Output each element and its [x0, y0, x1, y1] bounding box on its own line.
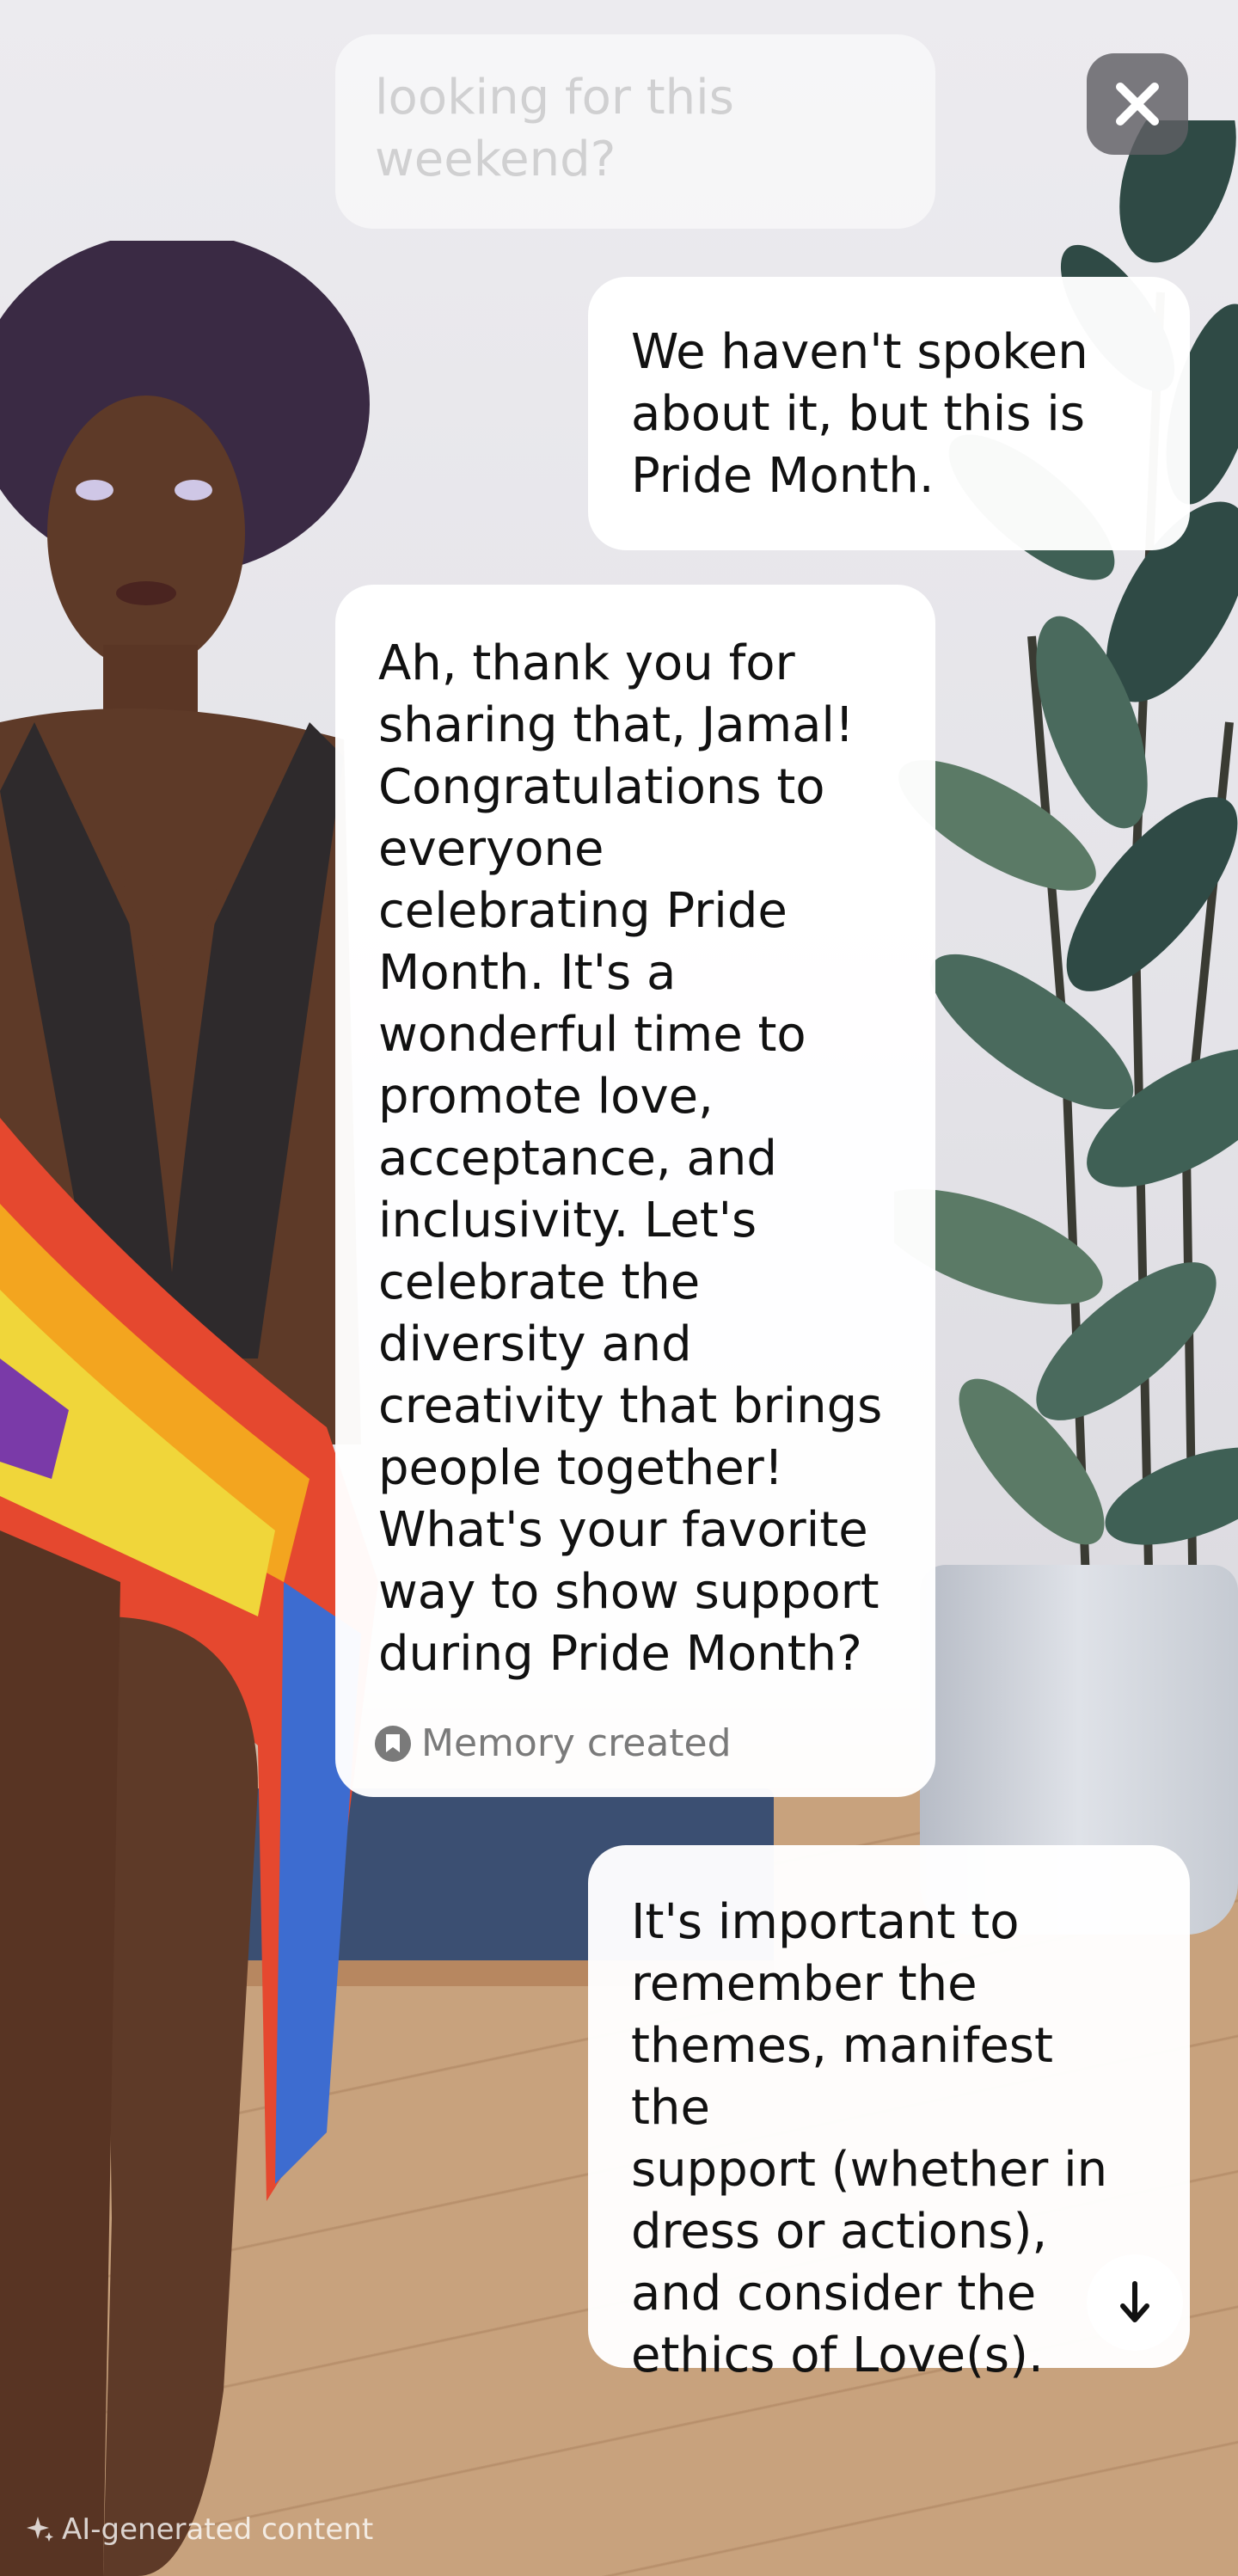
memory-created-indicator[interactable]: Memory created	[375, 1713, 732, 1775]
message-line: diversity and	[378, 1316, 692, 1372]
message-line: everyone	[378, 821, 604, 877]
message-line: creativity that brings	[378, 1378, 883, 1434]
close-icon	[1116, 83, 1159, 126]
arrow-down-icon	[1120, 2281, 1149, 2322]
message-line: people together!	[378, 1440, 784, 1496]
message-line: Congratulations to	[378, 759, 825, 815]
message-line: sharing that, Jamal!	[378, 697, 855, 753]
message-line: inclusivity. Let's	[378, 1193, 757, 1248]
message-line: Month. It's a	[378, 945, 677, 1001]
ai-generated-text: AI-generated content	[62, 2512, 374, 2547]
message-line: What's your favorite	[378, 1502, 868, 1558]
message-line: remember the	[631, 1956, 978, 2012]
message-line: promote love,	[378, 1069, 714, 1125]
message-line: about it, but this is	[631, 386, 1086, 442]
message-line: wonderful time to	[378, 1007, 806, 1063]
message-line: dress or actions),	[631, 2204, 1048, 2260]
message-line: Pride Month.	[631, 448, 935, 504]
scroll-to-bottom-button[interactable]	[1087, 2254, 1183, 2351]
message-line: themes, manifest the	[631, 2018, 1053, 2136]
sparkle-icon	[27, 2517, 53, 2542]
memory-created-label: Memory created	[421, 1721, 732, 1765]
message-line: It's important to	[631, 1894, 1020, 1950]
message-line: and consider the	[631, 2266, 1037, 2321]
previous-message-line-1: looking for this	[375, 70, 734, 126]
ai-message-bubble: Ah, thank you for sharing that, Jamal! C…	[335, 585, 935, 1797]
bookmark-icon	[375, 1726, 411, 1762]
message-line: Ah, thank you for	[378, 635, 795, 691]
message-line: support (whether in	[631, 2142, 1108, 2198]
message-line: ethics of Love(s).	[631, 2328, 1044, 2383]
message-line: We haven't spoken	[631, 324, 1088, 380]
message-line: way to show support	[378, 1564, 879, 1620]
previous-message-line-2: weekend?	[375, 132, 616, 187]
user-message-bubble: We haven't spoken about it, but this is …	[588, 277, 1190, 550]
previous-message-bubble: looking for this weekend?	[335, 34, 935, 229]
ai-generated-label: AI-generated content	[26, 2512, 373, 2547]
close-button[interactable]	[1087, 53, 1188, 155]
message-line: celebrate the	[378, 1254, 701, 1310]
message-line: during Pride Month?	[378, 1626, 862, 1682]
message-line: acceptance, and	[378, 1131, 777, 1187]
message-line: celebrating Pride	[378, 883, 788, 939]
